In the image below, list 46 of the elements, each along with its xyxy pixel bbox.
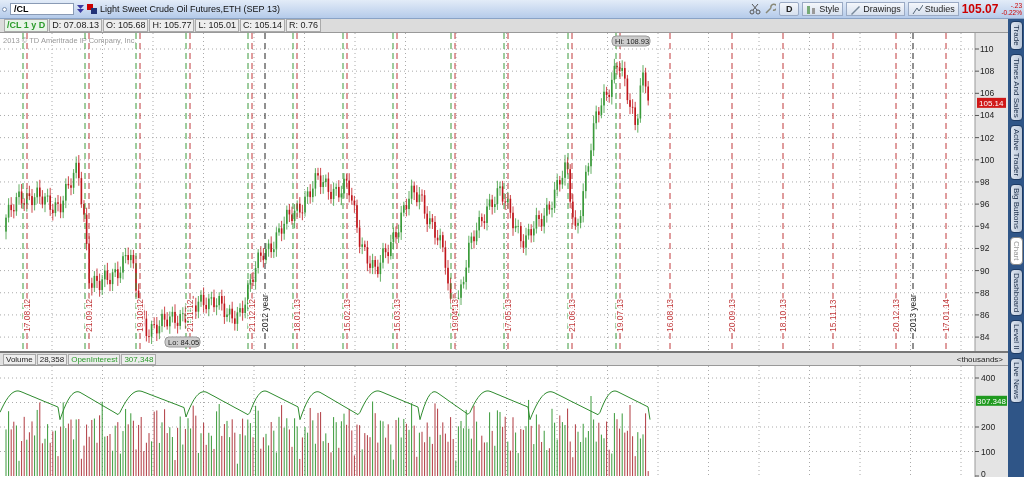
price-axis-label: 90 <box>980 265 990 276</box>
units-label: <thousands> <box>955 354 1004 364</box>
drawings-button[interactable]: Drawings <box>846 2 905 16</box>
price-axis-label: 92 <box>980 243 990 254</box>
price-axis-label: 106 <box>980 88 995 99</box>
side-tab[interactable]: Times And Sales <box>1009 53 1023 122</box>
side-tab[interactable]: Dashboard <box>1009 268 1023 317</box>
side-tab[interactable]: Live News <box>1009 357 1023 403</box>
chart-symbol-label: /CL 1 y D <box>4 19 49 32</box>
price-axis-label: 108 <box>980 66 995 77</box>
volume-axis-label: 100 <box>981 446 996 457</box>
price-axis-label: 110 <box>980 44 994 54</box>
price-axis-label: 100 <box>980 154 995 165</box>
current-price-badge: 105.14 <box>977 97 1006 108</box>
price-axis-label: 86 <box>980 309 990 320</box>
volume-value: 28,358 <box>36 353 68 365</box>
volume-axis-label: 200 <box>981 422 996 432</box>
price-axis-label: 96 <box>980 199 990 210</box>
quote-field: C: 105.14 <box>240 19 286 32</box>
price-axis-label: 94 <box>980 221 990 232</box>
open-interest-value: 307,348 <box>121 353 157 365</box>
quote-field: L: 105.01 <box>195 19 239 32</box>
open-interest-label: OpenInterest <box>68 353 121 365</box>
quote-field: D: 07.08.13 <box>49 19 102 32</box>
side-tab[interactable]: Trade <box>1009 21 1023 50</box>
period-button[interactable]: D <box>779 2 800 16</box>
studies-button[interactable]: Studies <box>907 2 959 16</box>
style-button[interactable]: Style <box>802 2 844 16</box>
price-axis-label: 98 <box>980 176 990 187</box>
price-axis-label: 84 <box>980 332 990 343</box>
volume-label: Volume <box>3 353 36 365</box>
instrument-title: Light Sweet Crude Oil Futures,ETH (SEP 13) <box>100 4 280 14</box>
volume-axis-label: 400 <box>981 373 996 383</box>
symbol-field[interactable]: /CL <box>10 3 74 15</box>
side-tab[interactable]: Level II <box>1009 320 1023 354</box>
price-axis-label: 102 <box>980 132 995 143</box>
quote-field: O: 105.68 <box>102 19 149 32</box>
price-axis-label: 88 <box>980 287 990 298</box>
price-axis-label: 104 <box>980 110 995 121</box>
quote-field: R: 0.76 <box>286 19 322 32</box>
volume-axis-label: 0 <box>981 469 986 477</box>
last-price: 105.07 <box>961 2 999 16</box>
side-tab[interactable]: Active Trader <box>1009 125 1023 181</box>
quote-field: H: 105.77 <box>149 19 195 32</box>
side-tab[interactable]: Big Buttons <box>1009 184 1023 234</box>
open-interest-badge: 307.348 <box>976 395 1007 406</box>
